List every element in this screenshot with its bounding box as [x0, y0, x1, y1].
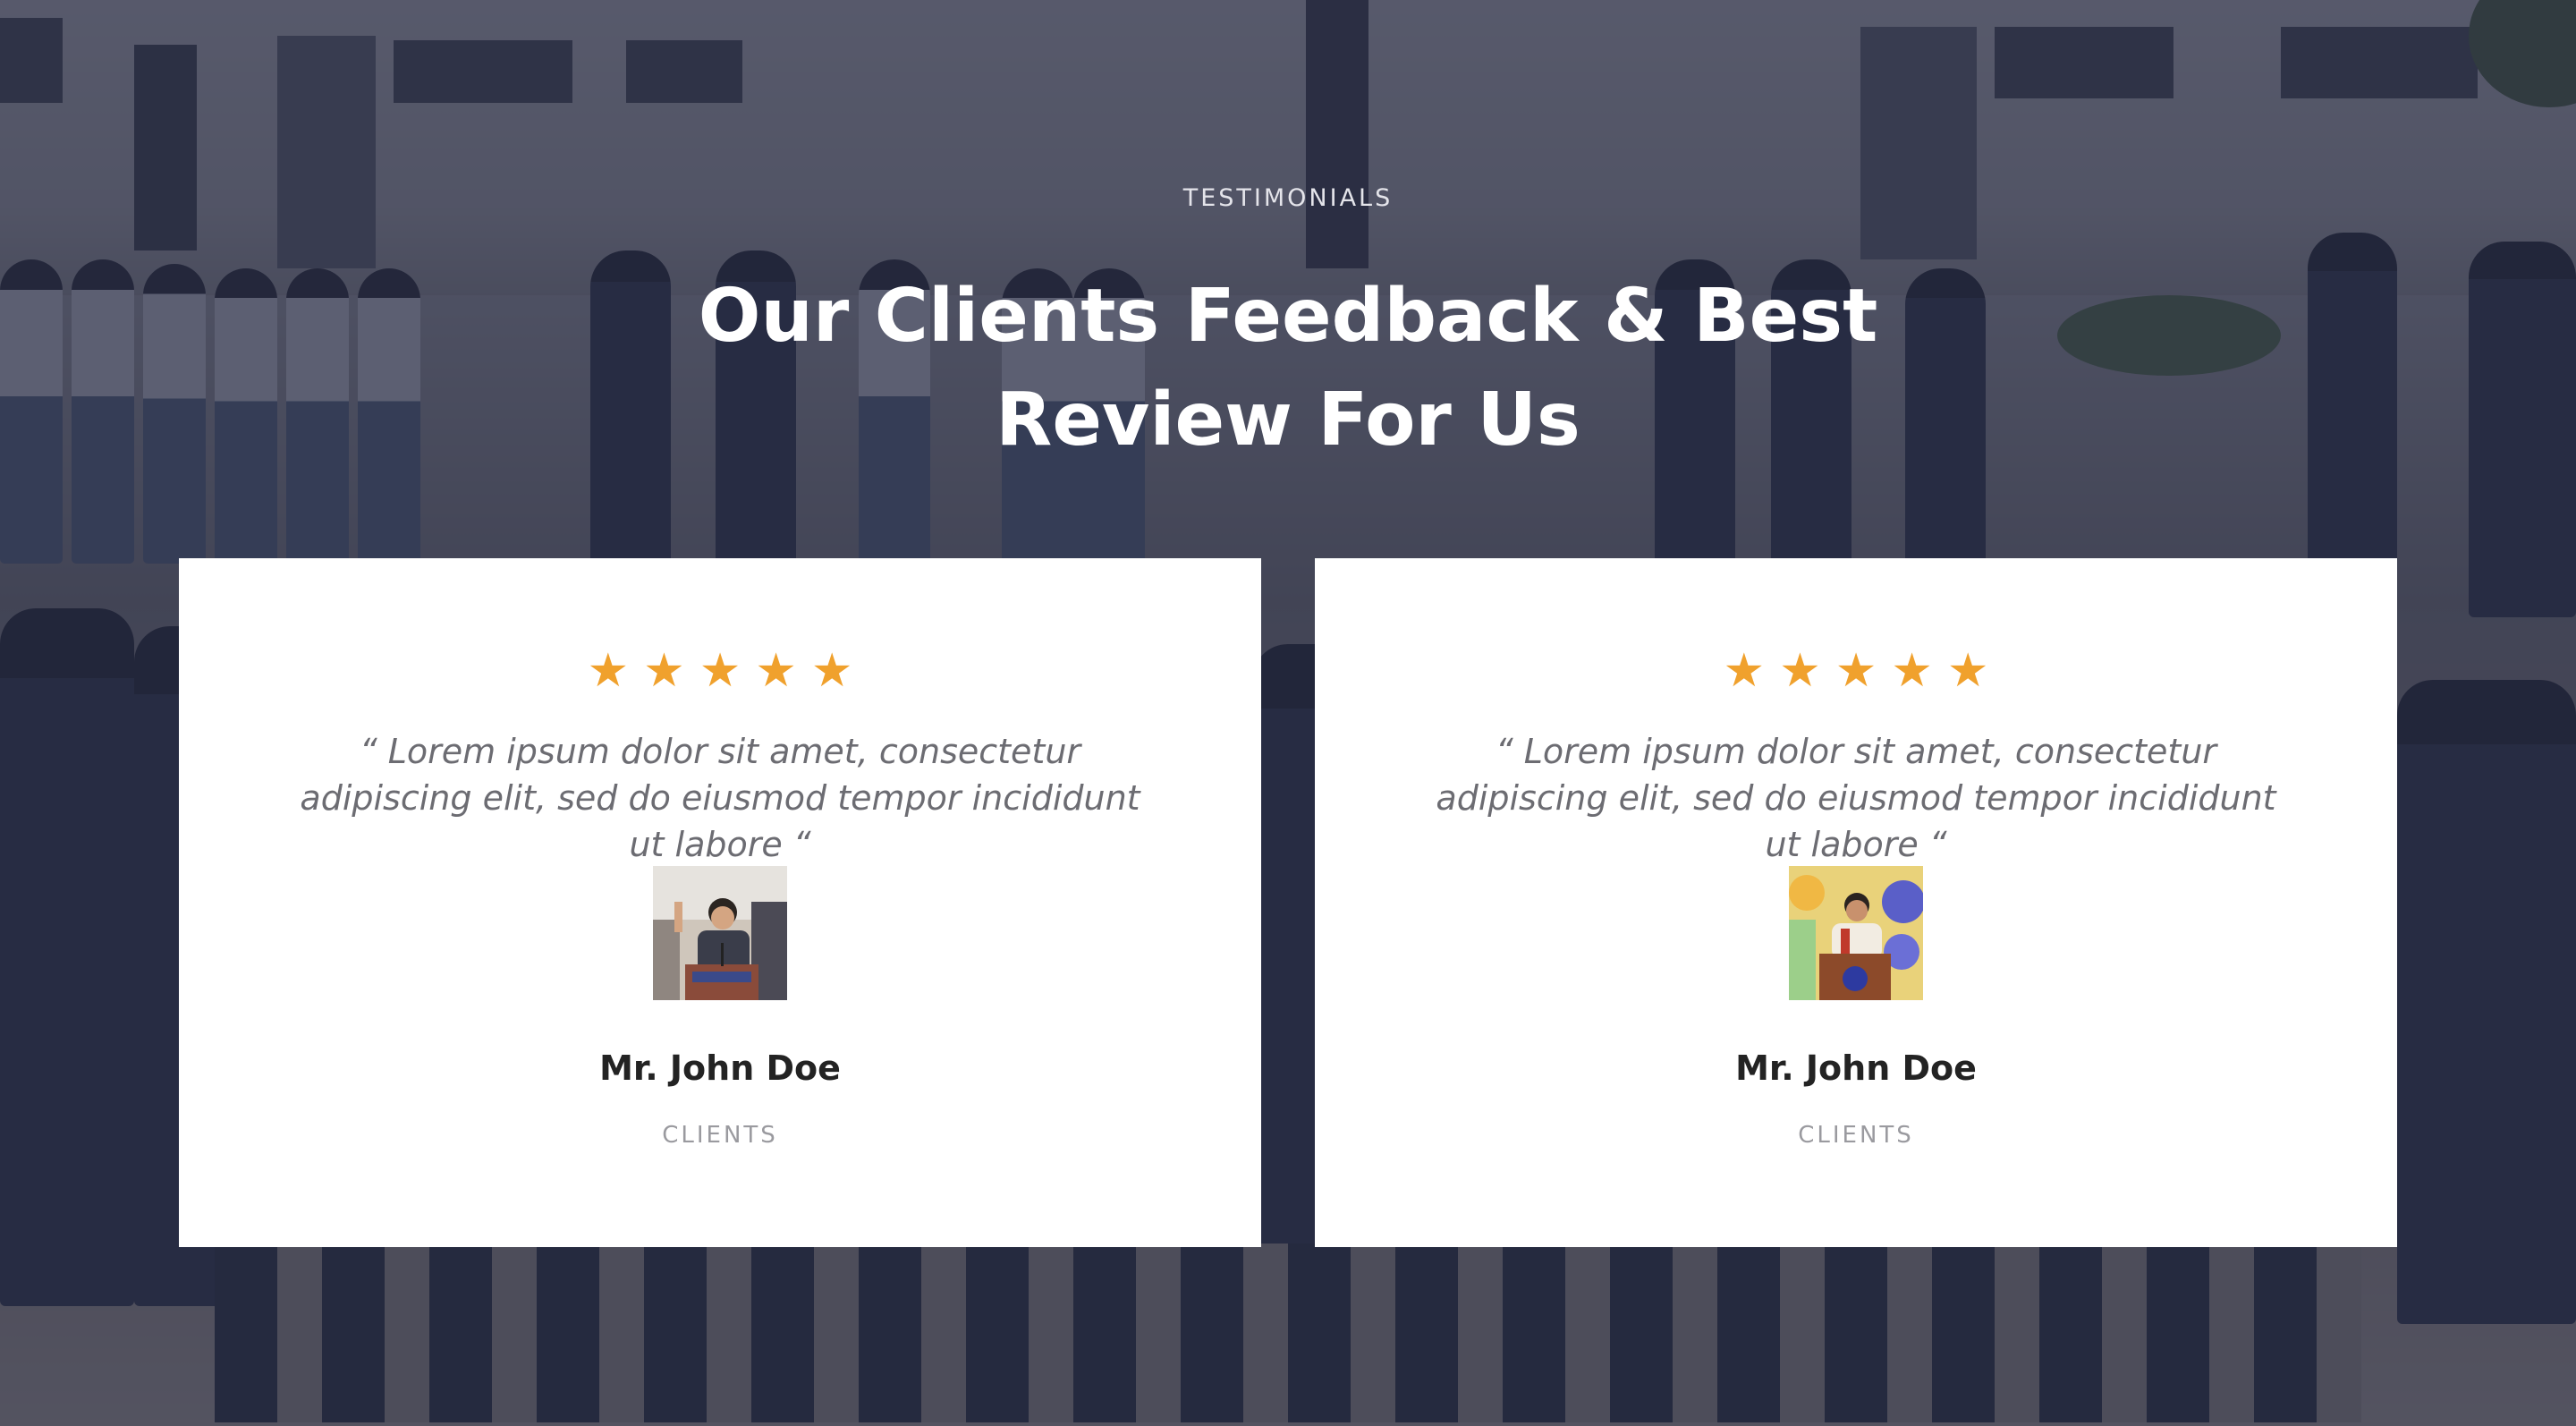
speaker-at-podium-photo [1789, 866, 1923, 1000]
avatar [1789, 866, 1923, 1000]
testimonial-cards: ★★★★★ “ Lorem ipsum dolor sit amet, cons… [179, 558, 2397, 1247]
section-title-line-2: Review For Us [996, 378, 1580, 463]
star-rating: ★★★★★ [587, 644, 868, 698]
speaker-at-podium-photo [653, 866, 787, 1000]
section-eyebrow: TESTIMONIALS [1182, 184, 1394, 212]
client-name: Mr. John Doe [1735, 1048, 1977, 1088]
client-name: Mr. John Doe [599, 1048, 841, 1088]
testimonial-quote: “ Lorem ipsum dolor sit amet, consectetu… [1436, 732, 2276, 864]
section-title-line-1: Our Clients Feedback & Best [698, 274, 1878, 359]
testimonials-section: TESTIMONIALS Our Clients Feedback & Best… [0, 0, 2576, 1426]
star-rating: ★★★★★ [1723, 644, 2004, 698]
client-role: CLIENTS [1798, 1122, 1914, 1149]
section-title: Our Clients Feedback & Best Review For U… [617, 265, 1959, 472]
testimonial-card: ★★★★★ “ Lorem ipsum dolor sit amet, cons… [179, 558, 1261, 1247]
testimonial-quote: “ Lorem ipsum dolor sit amet, consectetu… [300, 732, 1140, 864]
client-role: CLIENTS [662, 1122, 778, 1149]
avatar [653, 866, 787, 1000]
testimonial-card: ★★★★★ “ Lorem ipsum dolor sit amet, cons… [1315, 558, 2397, 1247]
